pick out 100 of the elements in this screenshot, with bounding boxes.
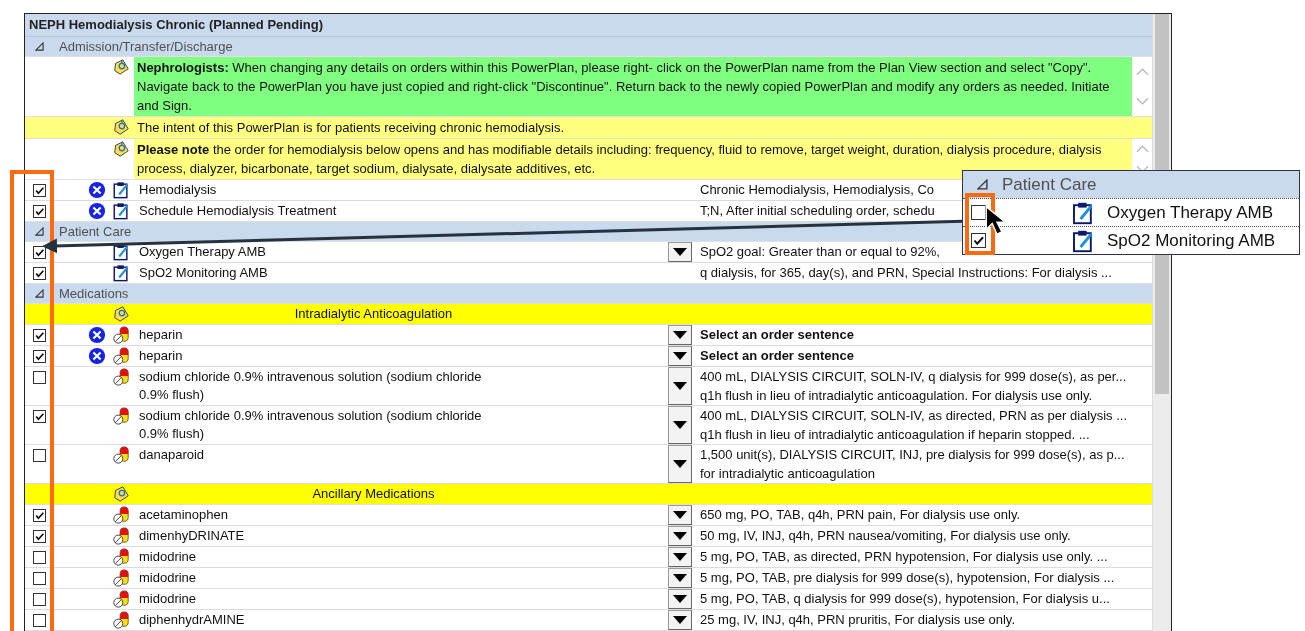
checkbox[interactable] [32,572,46,585]
checkbox[interactable] [32,449,46,462]
order-name[interactable]: sodium chloride 0.9% intravenous solution (sodium chloride 0.9% flush) [139,407,484,443]
pill-icon [112,548,130,566]
order-details: SpO2 goal: Greater than or equal to 92%, [700,243,940,261]
checkbox[interactable] [32,593,46,606]
pill-icon [112,506,130,524]
caret-icon [673,574,687,582]
collapse-triangle-icon[interactable] [977,179,988,190]
dropdown-button[interactable] [668,526,692,546]
note-icon [112,305,130,323]
caret-icon [673,460,687,468]
remove-icon[interactable] [88,181,106,199]
pill-icon [112,590,130,608]
dropdown-button[interactable] [668,325,692,345]
order-details: 25 mg, IV, INJ, q4h, PRN pruritis, For dialysis use only. [700,611,1015,629]
pill-icon [112,446,130,464]
checkbox[interactable] [32,267,46,280]
note-icon [112,140,130,158]
subheader-title: Ancillary Medications [312,486,435,501]
order-name[interactable]: SpO2 Monitoring AMB [1107,230,1276,251]
note-icon [112,485,130,503]
pill-icon [112,368,130,386]
section-title[interactable]: Admission/Transfer/Discharge [59,37,233,56]
checkbox[interactable] [32,205,46,218]
order-details: 5 mg, PO, TAB, as directed, PRN hypotension, For dialysis use only. ... [700,548,1108,566]
order-name[interactable]: danaparoid [139,446,205,464]
checkbox[interactable] [32,371,46,384]
note-text: Nephrologists: When changing any details on orders within this PowerPlan, please right- click on the PowerPlan name from the Plan View section and select "Copy". Navigate back to the PowerPlan you have just copied and right-click "Discontinue". Return back to the newly copied PowerPlan and modify any orders as needed. Initiate and Sign. [137,59,1111,115]
caret-icon [673,511,687,519]
checkbox[interactable] [32,551,46,564]
checkbox[interactable] [32,530,46,543]
caret-icon [673,382,687,390]
order-name[interactable]: midodrine [139,590,197,608]
note-text: Please note the order for hemodialysis below opens and has modifiable details including: frequency, fluid to remove, target weight, duration, dialysis procedure, dialysis process, dialyzer, bicarbonate, target sodium, dialysate, dialysate additives, etc. [137,141,1103,178]
caret-icon [673,616,687,624]
order-name[interactable]: heparin [139,347,183,365]
collapse-triangle-icon[interactable] [34,289,44,298]
checkbox[interactable] [32,614,46,627]
dropdown-button[interactable] [668,346,692,366]
pill-icon [112,407,130,425]
dropdown-button[interactable] [668,505,692,525]
order-name[interactable]: diphenhydrAMINE [139,611,245,629]
clipboard-icon [112,264,130,282]
order-details: 650 mg, PO, TAB, q4h, PRN pain, For dialysis use only. [700,506,1021,524]
order-name[interactable]: acetaminophen [139,506,228,524]
dropdown-button[interactable] [668,242,692,262]
caret-icon [673,352,687,360]
checkbox[interactable] [32,509,46,522]
checkbox[interactable] [32,184,46,197]
order-name[interactable]: Hemodialysis [139,181,217,199]
remove-icon[interactable] [88,326,106,344]
pill-icon [112,527,130,545]
remove-icon[interactable] [88,347,106,365]
dropdown-button[interactable] [668,568,692,588]
clipboard-icon [112,202,130,220]
section-title[interactable]: Patient Care [59,222,132,241]
remove-icon[interactable] [88,202,106,220]
dropdown-button[interactable] [668,547,692,567]
subheader-title: Intradialytic Anticoagulation [294,306,453,321]
order-details: 5 mg, PO, TAB, pre dialysis for 999 dose(s), hypotension, For dialysis ... [700,569,1115,587]
order-name[interactable]: heparin [139,326,183,344]
order-name[interactable]: midodrine [139,569,197,587]
order-details: Chronic Hemodialysis, Hemodialysis, Co [700,181,935,199]
checkbox[interactable] [32,246,46,259]
note-icon [112,118,130,136]
order-details: T;N, After initial scheduling order, schedu [700,202,935,220]
order-name[interactable]: midodrine [139,548,197,566]
checkbox[interactable] [32,329,46,342]
order-name[interactable]: Schedule Hemodialysis Treatment [139,202,337,220]
pill-icon [112,347,130,365]
order-name[interactable]: dimenhyDRINATE [139,527,245,545]
dropdown-button[interactable] [668,589,692,609]
order-name[interactable]: Oxygen Therapy AMB [1107,202,1273,223]
collapse-triangle-icon[interactable] [34,227,44,236]
dropdown-button[interactable] [668,610,692,630]
pill-icon [112,569,130,587]
caret-icon [673,331,687,339]
caret-icon [673,553,687,561]
dropdown-button[interactable] [668,445,692,483]
dropdown-button[interactable] [668,367,692,405]
order-details: Select an order sentence [700,326,854,344]
dropdown-button[interactable] [668,406,692,444]
order-name[interactable]: sodium chloride 0.9% intravenous solution (sodium chloride 0.9% flush) [139,368,484,404]
order-details: 5 mg, PO, TAB, q dialysis for 999 dose(s), hypotension, For dialysis u... [700,590,1110,608]
clipboard-icon [1071,200,1095,225]
checkbox[interactable] [971,233,986,248]
order-name[interactable]: SpO2 Monitoring AMB [139,264,268,282]
collapse-triangle-icon[interactable] [34,42,44,51]
order-details: 50 mg, IV, INJ, q4h, PRN nausea/vomiting, For dialysis use only. [700,527,1071,545]
order-details: 400 mL, DIALYSIS CIRCUIT, SOLN-IV, q dialysis for 999 dose(s), as per... q1h flush in lieu of intradialytic anticoagulation. For dialysis use only. [700,368,1127,405]
checkbox[interactable] [32,410,46,423]
caret-icon [673,595,687,603]
pill-icon [112,326,130,344]
section-title[interactable]: Medications [59,284,129,303]
caret-icon [673,421,687,429]
checkbox[interactable] [32,350,46,363]
order-name[interactable]: Oxygen Therapy AMB [139,243,266,261]
order-details: 1,500 unit(s), DIALYSIS CIRCUIT, INJ, pre dialysis for 999 dose(s), as p... for intradialytic anticoagulation [700,446,1125,483]
note-icon [112,58,130,76]
